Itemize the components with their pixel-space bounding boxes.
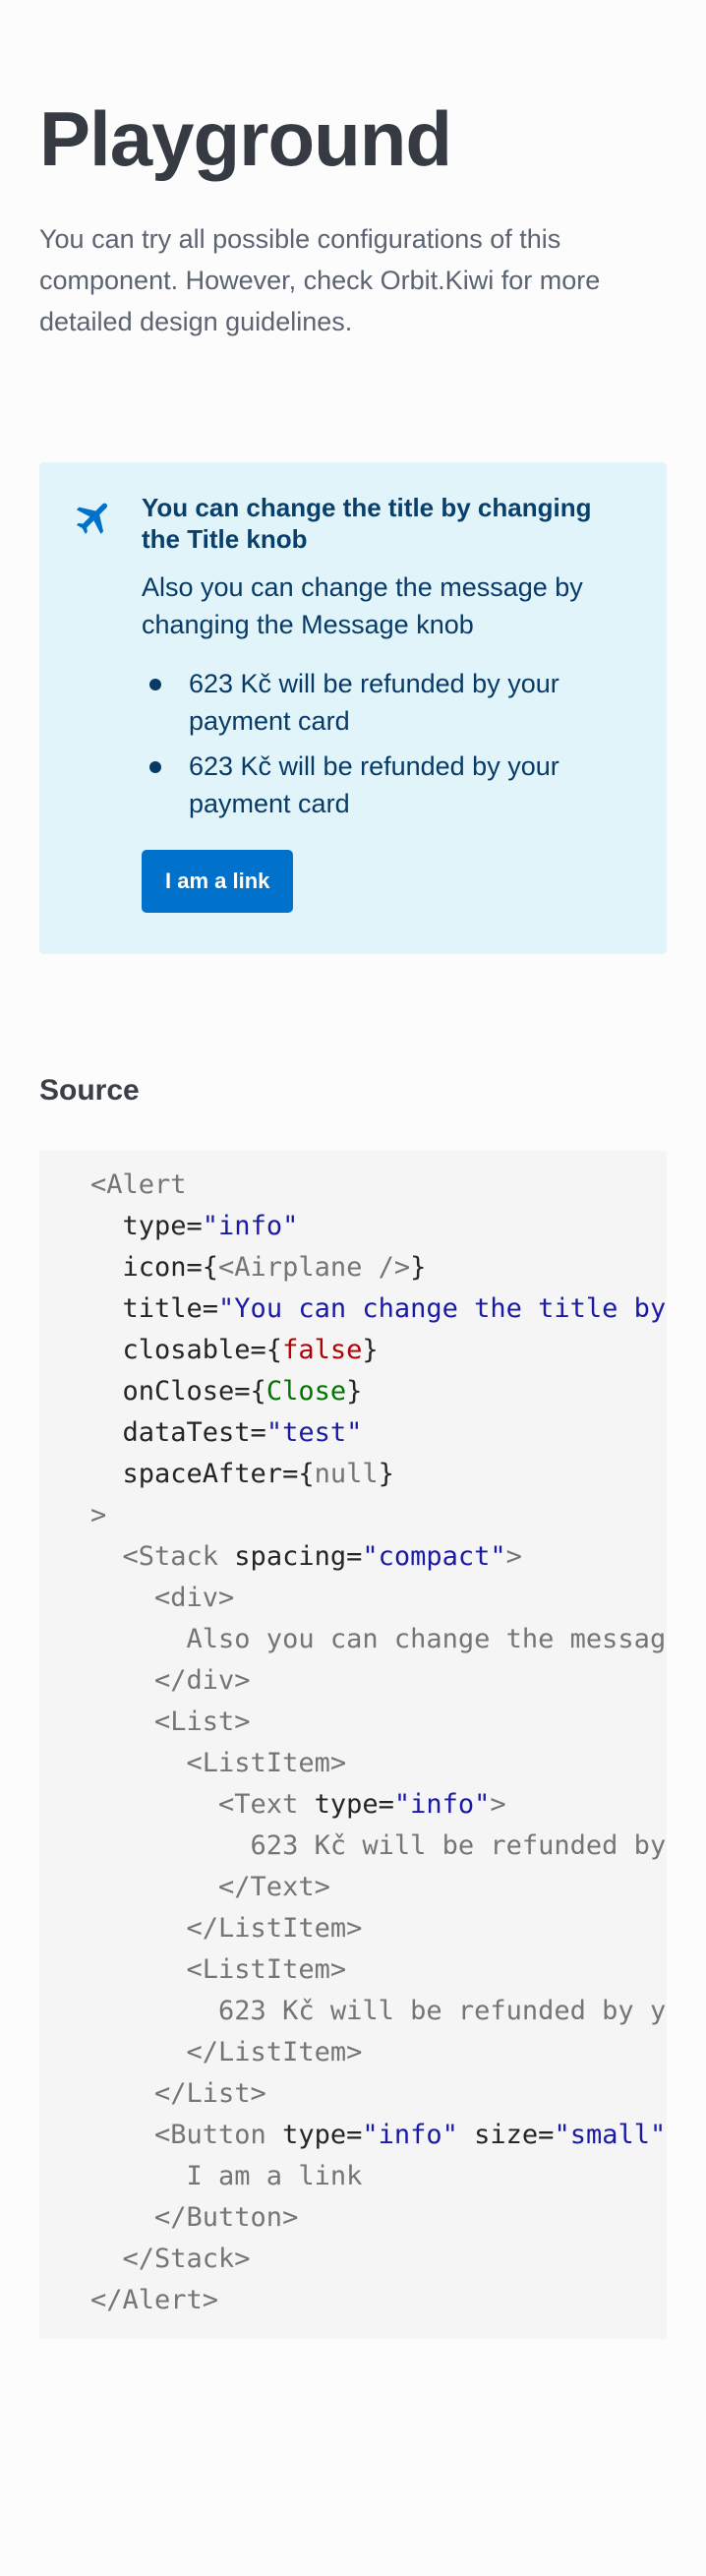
source-code-block[interactable]: <Alert type="info" icon={<Airplane />} t…	[39, 1151, 667, 2339]
code-token: <Airplane />	[218, 1252, 411, 1283]
code-line: closable={false}	[90, 1330, 667, 1371]
code-token: <Alert	[90, 1169, 187, 1200]
airplane-icon	[73, 496, 116, 539]
code-token: type=	[265, 2120, 363, 2150]
code-token: }	[346, 1376, 363, 1407]
code-token: "compact"	[362, 1541, 506, 1572]
code-token: }	[410, 1252, 427, 1283]
code-line: </ListItem>	[90, 1908, 667, 1949]
code-line: spaceAfter={null}	[90, 1454, 667, 1495]
code-token: </Stack>	[90, 2244, 251, 2274]
source-code: <Alert type="info" icon={<Airplane />} t…	[90, 1165, 667, 2321]
code-line: </Stack>	[90, 2239, 667, 2280]
code-line: <ListItem>	[90, 1743, 667, 1784]
code-token: "test"	[265, 1417, 363, 1448]
alert-body: You can change the title by changing the…	[142, 492, 633, 913]
code-token: title=	[90, 1293, 219, 1324]
list-item: 623 Kč will be refunded by your payment …	[142, 748, 633, 822]
code-token: >	[90, 1500, 107, 1530]
code-token: dataTest=	[90, 1417, 266, 1448]
intro-text: You can try all possible configurations …	[39, 224, 601, 336]
link-button[interactable]: I am a link	[142, 850, 294, 913]
list-item: 623 Kč will be refunded by your payment …	[142, 665, 633, 740]
code-line: </ListItem>	[90, 2032, 667, 2073]
code-line: icon={<Airplane />}	[90, 1247, 667, 1288]
code-token: <List>	[90, 1707, 251, 1737]
code-token: 623 Kč will be refunded by your payment …	[250, 1830, 667, 1861]
code-token: }	[378, 1459, 394, 1489]
code-token: <Text	[90, 1789, 299, 1820]
code-line: </Alert>	[90, 2280, 667, 2321]
code-line: </div>	[90, 1660, 667, 1702]
bullet-icon	[149, 761, 161, 773]
code-token: <div>	[90, 1583, 235, 1613]
code-token: >	[505, 1541, 522, 1572]
code-line: type="info"	[90, 1206, 667, 1247]
code-token: spacing=	[218, 1541, 363, 1572]
code-line: 623 Kč will be refunded by your payment …	[90, 1991, 667, 2032]
code-token: href=	[666, 2120, 667, 2150]
code-token: "info"	[393, 1789, 491, 1820]
code-token: >	[490, 1789, 506, 1820]
code-token: </ListItem>	[90, 2037, 363, 2067]
code-token: <ListItem>	[90, 1748, 347, 1778]
code-line: <ListItem>	[90, 1949, 667, 1991]
code-token: <Stack	[90, 1541, 219, 1572]
code-token: closable={	[90, 1335, 283, 1365]
code-token: "info"	[202, 1211, 299, 1241]
info-alert: You can change the title by changing the…	[39, 462, 667, 954]
code-line: </List>	[90, 2073, 667, 2115]
code-token: type=	[298, 1789, 394, 1820]
code-line: <Button type="info" size="small" href="#…	[90, 2115, 667, 2156]
code-token: </div>	[90, 1665, 251, 1696]
bullet-icon	[149, 679, 161, 690]
alert-message: Also you can change the message by chang…	[142, 572, 583, 639]
source-heading: Source	[39, 1074, 140, 1107]
code-token: Also you can change the message by chang…	[186, 1624, 667, 1654]
code-line: <div>	[90, 1578, 667, 1619]
code-line: Also you can change the message by chang…	[90, 1619, 667, 1660]
code-token: </Button>	[90, 2202, 299, 2233]
code-token: Close	[265, 1376, 347, 1407]
code-token: null	[314, 1459, 379, 1489]
code-line: dataTest="test"	[90, 1412, 667, 1454]
code-token: </Text>	[90, 1872, 330, 1902]
code-token: icon={	[90, 1252, 219, 1283]
code-token: </ListItem>	[90, 1913, 363, 1944]
code-token: spaceAfter={	[90, 1459, 315, 1489]
code-token: <ListItem>	[90, 1954, 347, 1985]
code-line: onClose={Close}	[90, 1371, 667, 1412]
code-token: "small"	[554, 2120, 667, 2150]
code-token: size=	[457, 2120, 555, 2150]
code-line: <Stack spacing="compact">	[90, 1536, 667, 1578]
code-line: <Alert	[90, 1165, 667, 1206]
code-line: I am a link	[90, 2156, 667, 2197]
code-token: false	[282, 1335, 363, 1365]
code-token: </List>	[90, 2078, 266, 2109]
code-token: </Alert>	[90, 2285, 219, 2315]
code-token: "info"	[362, 2120, 458, 2150]
code-line: 623 Kč will be refunded by your payment …	[90, 1826, 667, 1867]
code-line: >	[90, 1495, 667, 1536]
code-token: onClose={	[90, 1376, 266, 1407]
code-line: <List>	[90, 1702, 667, 1743]
code-token: <Button	[90, 2120, 266, 2150]
code-line: </Button>	[90, 2197, 667, 2239]
page-title: Playground	[39, 95, 452, 182]
alert-list: 623 Kč will be refunded by your payment …	[142, 665, 633, 822]
list-item-text: 623 Kč will be refunded by your payment …	[189, 751, 559, 818]
code-token: I am a link	[90, 2161, 363, 2191]
code-token: "You can change the title by changing th…	[218, 1293, 667, 1324]
list-item-text: 623 Kč will be refunded by your payment …	[189, 669, 559, 736]
code-line: </Text>	[90, 1867, 667, 1908]
code-line: <Text type="info">	[90, 1784, 667, 1826]
code-token: 623 Kč will be refunded by your payment …	[218, 1996, 667, 2026]
code-token: }	[362, 1335, 379, 1365]
alert-title: You can change the title by changing the…	[142, 493, 592, 554]
code-line: title="You can change the title by chang…	[90, 1288, 667, 1330]
code-token: type=	[90, 1211, 203, 1241]
